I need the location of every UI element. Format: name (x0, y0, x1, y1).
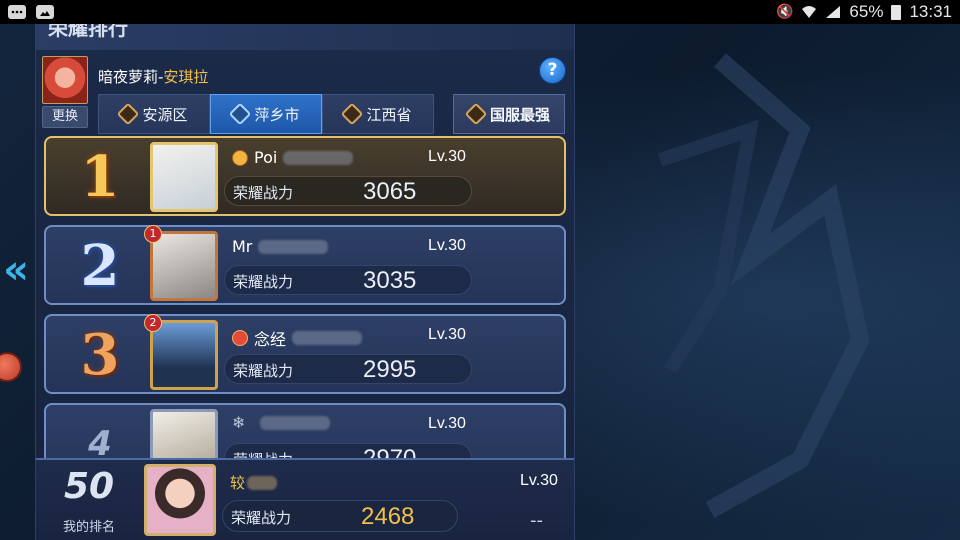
power-value: 2995 (363, 356, 417, 383)
player-avatar[interactable] (150, 142, 218, 212)
ranking-panel: 荣耀排行 更换 暗夜萝莉-安琪拉 ? 安源区 萍乡市 江西省 国服最强 1 Po (35, 24, 575, 540)
signal-icon (826, 6, 841, 18)
player-name: Mr (232, 237, 329, 256)
panel-title: 荣耀排行 (36, 24, 574, 50)
ranking-row[interactable]: 1 Poi Lv.30 荣耀战力 3065 (44, 136, 566, 216)
tab-label: 国服最强 (489, 105, 550, 124)
blurred-name (283, 150, 354, 165)
wifi-icon (802, 6, 817, 18)
ranking-row[interactable]: 3 2 念经 Lv.30 荣耀战力 2995 (44, 314, 566, 394)
player-avatar[interactable] (150, 231, 218, 301)
my-name: 较 (230, 472, 278, 493)
rank-3-badge: 3 (80, 322, 120, 388)
help-button[interactable]: ? (539, 57, 566, 84)
my-avatar[interactable] (144, 464, 216, 536)
qq-icon (232, 149, 248, 166)
blurred-name (247, 475, 278, 490)
rank-2-badge: 2 (80, 233, 120, 299)
tab-national[interactable]: 国服最强 (453, 94, 565, 134)
power-pill: 荣耀战力 2995 (224, 354, 472, 384)
city-badge-icon (229, 102, 252, 126)
hero-name-prefix: 暗夜萝莉- (98, 68, 164, 86)
tab-label: 萍乡市 (254, 105, 300, 124)
district-badge-icon (117, 102, 140, 126)
ranking-row[interactable]: 2 1 Mr Lv.30 荣耀战力 3035 (44, 225, 566, 305)
region-tabs: 安源区 萍乡市 江西省 (98, 94, 434, 134)
blurred-name (292, 331, 363, 345)
player-level: Lv.30 (428, 326, 466, 343)
power-label: 荣耀战力 (233, 273, 294, 291)
my-rank-number: 50 (63, 466, 115, 507)
player-level: Lv.30 (428, 237, 466, 254)
power-pill: 荣耀战力 3035 (224, 265, 472, 295)
power-label: 荣耀战力 (231, 509, 292, 527)
hero-name: 暗夜萝莉-安琪拉 (98, 66, 208, 87)
mute-icon: 🔇 (775, 4, 794, 20)
my-extra-value: -- (530, 510, 543, 531)
image-icon (36, 5, 54, 19)
snowflake-icon: ❄ (232, 413, 246, 432)
hero-avatar[interactable] (42, 56, 88, 104)
avatar-badge: 2 (144, 314, 162, 332)
national-badge-icon (464, 102, 488, 126)
clock: 13:31 (909, 2, 952, 21)
power-value: 3065 (363, 178, 417, 205)
change-hero-button[interactable]: 更换 (42, 106, 88, 128)
my-rank-bar: 50 我的排名 较 Lv.30 荣耀战力 2468 -- (36, 458, 574, 540)
player-name: 念经 (232, 326, 363, 350)
province-badge-icon (341, 102, 364, 126)
status-bar: 🔇 65% 13:31 (0, 0, 960, 24)
player-name: ❄ (232, 415, 330, 431)
tab-label: 安源区 (142, 105, 188, 124)
player-avatar[interactable] (150, 320, 218, 390)
avatar-badge: 1 (144, 225, 162, 243)
my-rank-label: 我的排名 (62, 520, 115, 535)
chat-bubble-icon (8, 5, 26, 19)
hero-name-suffix: 安琪拉 (163, 68, 209, 86)
background-emblem (657, 53, 870, 518)
blurred-name (260, 416, 330, 430)
tab-district[interactable]: 安源区 (98, 94, 210, 134)
tab-label: 江西省 (366, 105, 412, 124)
battery-percent: 65% (849, 2, 884, 21)
power-value: 3035 (363, 267, 417, 294)
power-pill: 荣耀战力 3065 (224, 176, 472, 206)
blurred-name (258, 239, 329, 254)
my-level: Lv.30 (520, 472, 558, 489)
power-value: 2468 (361, 503, 415, 530)
power-label: 荣耀战力 (233, 184, 294, 202)
battery-icon (891, 4, 902, 20)
player-name: Poi (232, 148, 354, 167)
player-level: Lv.30 (428, 415, 466, 432)
qq-icon (232, 330, 248, 346)
collapse-arrow-icon[interactable]: « (0, 245, 32, 295)
rank-1-badge: 1 (80, 144, 120, 210)
power-label: 荣耀战力 (233, 362, 294, 380)
player-level: Lv.30 (428, 148, 466, 165)
tab-city[interactable]: 萍乡市 (210, 94, 322, 134)
tab-province[interactable]: 江西省 (322, 94, 434, 134)
my-power-pill: 荣耀战力 2468 (222, 500, 458, 532)
